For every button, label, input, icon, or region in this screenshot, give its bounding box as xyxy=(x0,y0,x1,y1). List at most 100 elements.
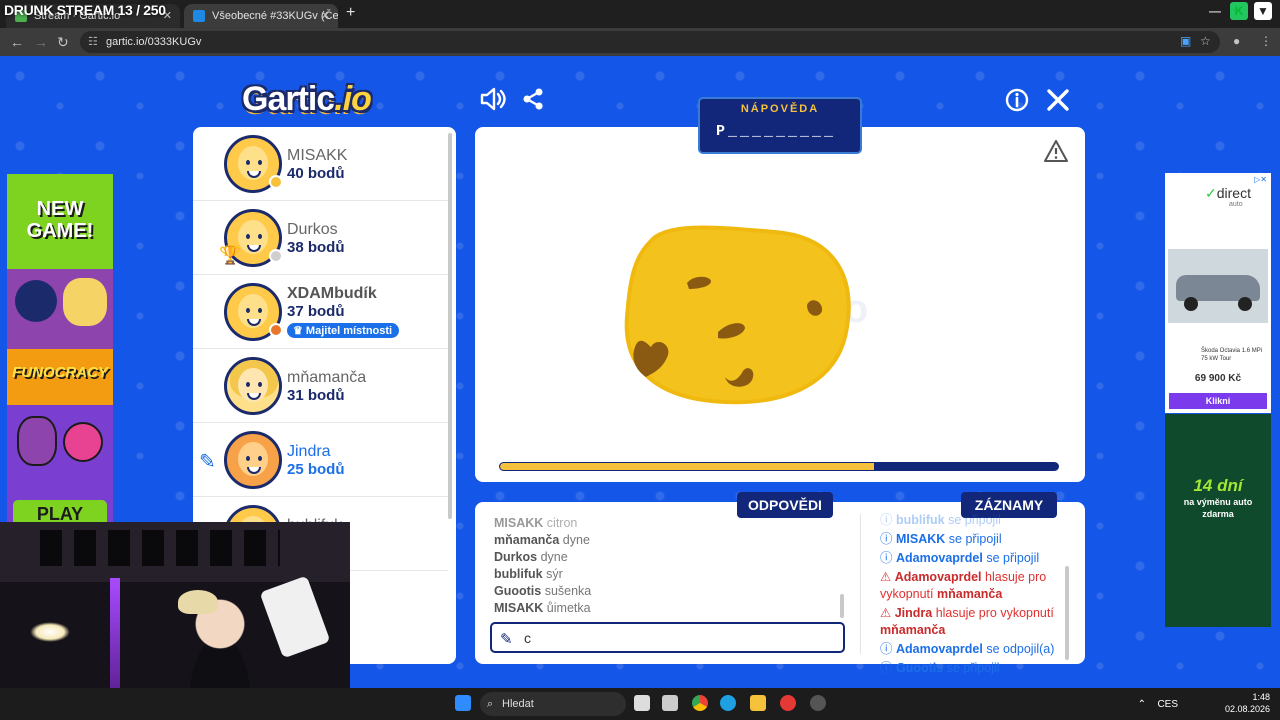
answer-item: mňamanča dyne xyxy=(494,533,590,547)
ad-headline: 14 dní xyxy=(1193,476,1243,495)
search-icon: ⌕ xyxy=(487,698,494,710)
player-row[interactable]: mňamanča 31 bodů xyxy=(193,349,448,423)
extension-icon[interactable]: ▼ xyxy=(1254,2,1272,20)
pencil-icon: ✎ xyxy=(500,631,513,648)
tshirts-rack xyxy=(40,530,280,566)
site-info-icon[interactable]: ☷ xyxy=(88,31,98,53)
answer-item: Guootis sušenka xyxy=(494,584,592,598)
player-points: 25 bodů xyxy=(287,461,345,478)
answer-input-box[interactable]: ✎ xyxy=(490,622,845,653)
trophy-icon: 🏆 xyxy=(219,245,242,265)
status-dot xyxy=(269,249,283,263)
log-item: ⓘ Guootis se připojil xyxy=(880,661,1000,675)
minimize-icon[interactable]: — xyxy=(1206,2,1224,20)
drawing-canvas[interactable]: tic.io xyxy=(475,127,1085,482)
store-icon[interactable] xyxy=(662,695,678,711)
close-icon[interactable] xyxy=(1046,88,1070,112)
bookmark-star-icon[interactable]: ☆ xyxy=(1200,34,1211,48)
rgb-light xyxy=(110,578,120,698)
log-item: ⓘ MISAKK se připojil xyxy=(880,532,1002,546)
file-explorer-icon[interactable] xyxy=(750,695,766,711)
browser-tab-bar: Stream · Gartic.io ✕ Všeobecné #33KUGv (… xyxy=(0,0,1280,28)
stream-overlay-title: DRUNK STREAM 13 / 250 xyxy=(4,2,166,18)
gartic-logo[interactable]: Gartic.io xyxy=(242,80,372,119)
url-text: gartic.io/0333KUGv xyxy=(106,36,202,48)
share-icon[interactable] xyxy=(521,87,545,111)
system-tray[interactable]: ⌃ CES 1:48 02.08.2026 xyxy=(1138,691,1270,715)
ad-new-game-text: NEW GAME! xyxy=(26,198,94,242)
answer-item: MISAKK ůimetka xyxy=(494,601,591,615)
kick-extension-icon[interactable]: K xyxy=(1230,2,1248,20)
streamer-hair xyxy=(178,590,218,614)
answer-item: bublifuk sýr xyxy=(494,567,563,581)
player-row[interactable]: XDAMbudík 37 bodů ♛ Majitel místnosti xyxy=(193,275,448,349)
tab-favicon-icon xyxy=(193,10,205,22)
player-name: MISAKK xyxy=(287,147,348,164)
taskbar-search[interactable]: ⌕ Hledat xyxy=(480,692,626,716)
sound-icon[interactable] xyxy=(479,86,507,112)
player-name: XDAMbudík xyxy=(287,285,377,302)
player-points: 40 bodů xyxy=(287,165,345,182)
clock-time: 1:48 xyxy=(1252,692,1270,702)
edge-icon[interactable] xyxy=(720,695,736,711)
answers-scrollbar[interactable] xyxy=(840,594,844,618)
chrome-icon[interactable] xyxy=(692,695,708,711)
clock-date: 02.08.2026 xyxy=(1224,704,1270,714)
info-icon[interactable] xyxy=(1005,88,1029,112)
answer-input[interactable] xyxy=(524,629,824,647)
ad-brand: ✓direct xyxy=(1205,185,1251,201)
ad-brand-text: FUNOCRACY xyxy=(12,364,108,381)
new-tab-button[interactable]: + xyxy=(346,4,355,22)
lamp-light xyxy=(30,622,70,642)
forward-icon[interactable]: → xyxy=(34,34,48,50)
warning-icon: ⚠ xyxy=(880,606,892,620)
translate-icon[interactable]: ▣ xyxy=(1180,34,1191,48)
room-owner-badge: ♛ Majitel místnosti xyxy=(287,323,400,338)
player-row[interactable]: 🏆 Durkos 38 bodů xyxy=(193,201,448,275)
back-icon[interactable]: ← xyxy=(10,34,24,50)
drawing-pencil-icon: ✎ xyxy=(199,451,216,473)
record-app-icon[interactable] xyxy=(780,695,796,711)
ad-choices-icon[interactable]: ▷✕ xyxy=(1254,175,1267,184)
search-label: Hledat xyxy=(502,698,534,710)
logs-scrollbar[interactable] xyxy=(1065,566,1069,660)
log-item: ⚠ Jindra hlasuje pro vykopnutí mňamanča xyxy=(880,606,1054,637)
player-list-scrollbar[interactable] xyxy=(448,133,452,519)
player-row-drawing[interactable]: ✎ Jindra 25 bodů xyxy=(193,423,448,497)
reload-icon[interactable]: ↻ xyxy=(57,34,69,51)
hint-box: NÁPOVĚDA P_________ xyxy=(698,97,862,154)
character-icon xyxy=(17,416,57,466)
ad-subtext: na výměnu auto zdarma xyxy=(1183,497,1253,519)
drawing: tic.io xyxy=(624,225,868,405)
obs-icon[interactable] xyxy=(810,695,826,711)
player-row[interactable]: MISAKK 40 bodů xyxy=(193,127,448,201)
thumbs-up-icon xyxy=(15,280,57,322)
warning-icon: ⚠ xyxy=(880,570,892,584)
info-icon: ⓘ xyxy=(880,661,893,675)
window-controls: — K ▼ xyxy=(1206,2,1272,20)
avatar xyxy=(224,431,282,489)
close-tab-icon[interactable]: ✕ xyxy=(321,4,330,28)
windows-start-icon[interactable] xyxy=(455,695,471,711)
car-image xyxy=(1168,249,1268,323)
player-name: Durkos xyxy=(287,221,338,238)
right-ad-banner-2[interactable]: 14 dní na výměnu auto zdarma xyxy=(1165,414,1271,627)
ad-cta-button[interactable]: Klikni xyxy=(1169,393,1267,409)
crown-icon: ♛ xyxy=(293,325,306,337)
info-icon: ⓘ xyxy=(880,532,893,546)
round-timer-bar xyxy=(499,462,1059,471)
badge-label: Majitel místnosti xyxy=(305,325,393,337)
browser-tab-2[interactable]: Všeobecné #33KUGv (Češt ✕ xyxy=(184,4,338,28)
report-warning-icon[interactable] xyxy=(1043,139,1069,163)
url-field[interactable]: ☷ gartic.io/0333KUGv xyxy=(80,31,1220,53)
task-view-icon[interactable] xyxy=(634,695,650,711)
log-item: ⓘ Adamovaprdel se připojil xyxy=(880,551,1040,565)
character-icon xyxy=(63,278,107,326)
profile-avatar-icon[interactable]: ● xyxy=(1233,34,1240,48)
player-name: Jindra xyxy=(287,443,331,460)
info-icon: ⓘ xyxy=(880,551,893,565)
right-ad-banner[interactable]: ▷✕ ✓direct auto Škoda Octavia 1.6 MPi 75… xyxy=(1165,173,1271,413)
chat-divider xyxy=(860,514,861,654)
player-points: 31 bodů xyxy=(287,387,345,404)
menu-icon[interactable]: ⋮ xyxy=(1260,34,1272,48)
